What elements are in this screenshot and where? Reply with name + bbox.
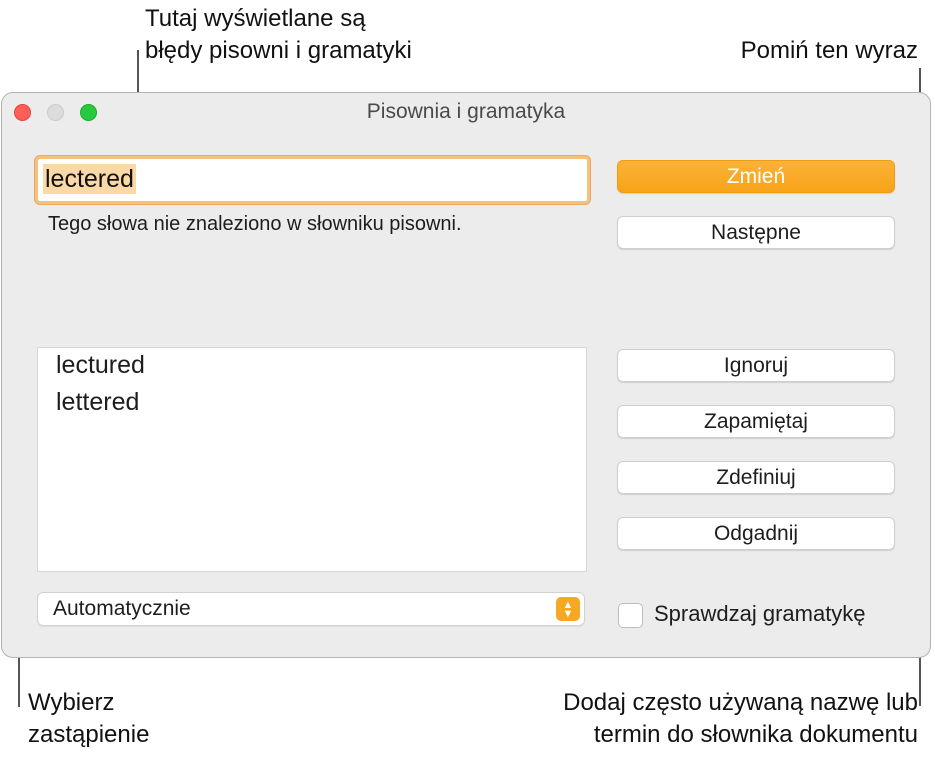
up-down-chevron-icon: ▲ ▼ <box>556 597 580 621</box>
callout-skip-word: Pomiń ten wyraz <box>740 37 918 64</box>
callout-choose-replacement: Wybierz zastąpienie <box>28 689 150 748</box>
window-title: Pisownia i gramatyka <box>366 100 566 123</box>
define-button[interactable]: Zdefiniuj <box>617 461 895 494</box>
callout-spelling-errors: Tutaj wyświetlane są błędy pisowni i gra… <box>145 5 412 64</box>
suggestions-list[interactable]: lectured lettered <box>37 347 587 572</box>
language-select[interactable]: Automatycznie ▲ ▼ <box>37 592 585 626</box>
check-grammar-checkbox[interactable] <box>618 603 643 628</box>
guess-button[interactable]: Odgadnij <box>617 517 895 550</box>
language-select-value: Automatycznie <box>53 597 191 620</box>
change-button[interactable]: Zmień <box>617 160 895 193</box>
spelling-grammar-window: Pisownia i gramatyka lectered Tego słowa… <box>1 92 931 658</box>
check-grammar-label: Sprawdzaj gramatykę <box>654 601 866 626</box>
misspelled-word: lectered <box>43 164 136 194</box>
ignore-button[interactable]: Ignoruj <box>617 349 895 382</box>
suggestion-item-lectured[interactable]: lectured <box>56 351 145 380</box>
misspelled-word-field[interactable]: lectered <box>35 156 590 204</box>
not-found-message: Tego słowa nie znaleziono w słowniku pis… <box>48 213 462 235</box>
suggestion-item-lettered[interactable]: lettered <box>56 388 139 417</box>
callout-add-term: Dodaj często używaną nazwę lub termin do… <box>563 689 918 748</box>
title-bar: Pisownia i gramatyka <box>2 93 930 131</box>
learn-button[interactable]: Zapamiętaj <box>617 405 895 438</box>
next-button[interactable]: Następne <box>617 216 895 249</box>
